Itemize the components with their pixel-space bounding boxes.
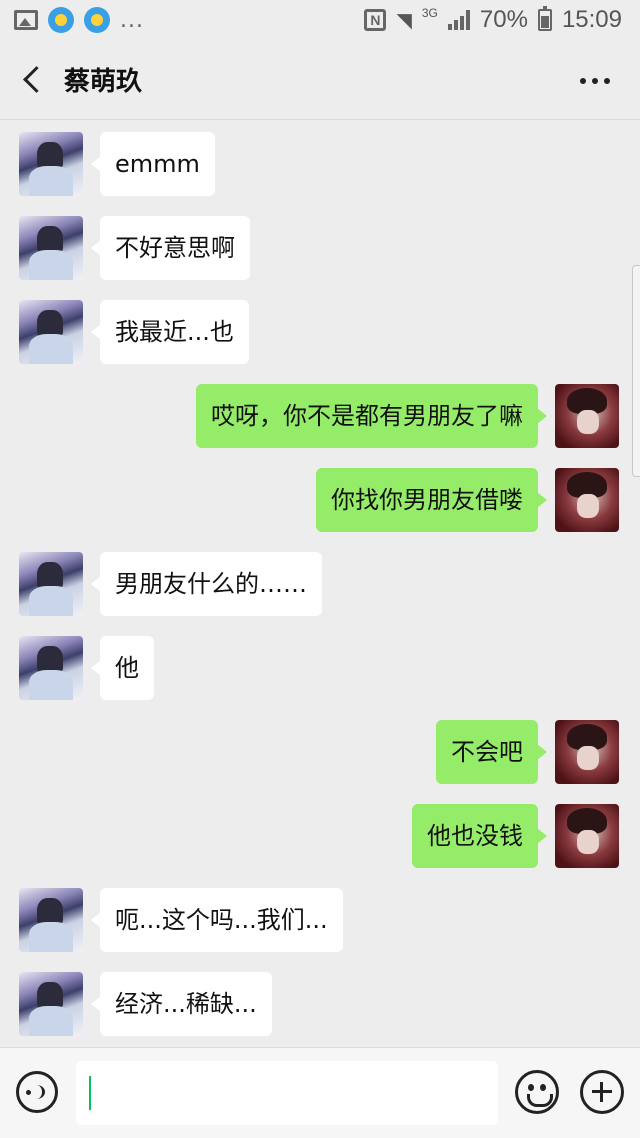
message-input[interactable] [76,1061,498,1125]
message-row-sent: 不会吧 [0,720,640,784]
received-bubble[interactable]: 我最近...也 [91,300,249,364]
chat-header: 蔡萌玖 [0,40,640,120]
weather-icon [84,7,110,33]
received-bubble[interactable]: 他 [91,636,154,700]
contact-avatar[interactable] [19,552,83,616]
contact-avatar[interactable] [19,216,83,280]
contact-avatar[interactable] [19,636,83,700]
contact-avatar[interactable] [19,888,83,952]
message-row-received: 我最近...也 [0,300,640,364]
signal-icon [447,10,470,30]
received-bubble[interactable]: 呃...这个吗...我们... [91,888,343,952]
message-row-received: 经济...稀缺... [0,972,640,1036]
scrollbar[interactable] [632,265,640,477]
contact-avatar[interactable] [19,972,83,1036]
message-row-received: emmm [0,132,640,196]
voice-icon[interactable] [16,1071,58,1113]
received-bubble[interactable]: 经济...稀缺... [91,972,272,1036]
message-row-sent: 你找你男朋友借喽 [0,468,640,532]
input-bar [0,1047,640,1138]
more-notifications-indicator: ... [120,7,144,33]
message-row-received: 不好意思啊 [0,216,640,280]
message-row-received: 男朋友什么的…… [0,552,640,616]
message-row-sent: 他也没钱 [0,804,640,868]
self-avatar[interactable] [555,720,619,784]
emoji-icon[interactable] [515,1070,559,1114]
received-bubble[interactable]: emmm [91,132,215,196]
nfc-icon: N [364,9,387,31]
weather-icon [48,7,74,33]
network-type: 3G [421,6,438,20]
sent-bubble[interactable]: 你找你男朋友借喽 [316,468,547,532]
sent-bubble[interactable]: 哎呀，你不是都有男朋友了嘛 [196,384,547,448]
battery-icon [537,6,552,31]
message-row-sent: 哎呀，你不是都有男朋友了嘛 [0,384,640,448]
text-cursor [89,1076,91,1110]
more-icon[interactable] [580,78,610,84]
sent-bubble[interactable]: 他也没钱 [412,804,547,868]
status-bar: ... N ◥ 3G 70% 15:09 [0,0,640,40]
back-icon[interactable] [0,40,64,120]
self-avatar[interactable] [555,468,619,532]
chat-title: 蔡萌玖 [64,67,143,97]
sent-bubble[interactable]: 不会吧 [436,720,547,784]
self-avatar[interactable] [555,384,619,448]
received-bubble[interactable]: 男朋友什么的…… [91,552,322,616]
plus-icon[interactable] [580,1070,624,1114]
received-bubble[interactable]: 不好意思啊 [91,216,250,280]
wifi-icon: ◥ [396,9,412,32]
clock: 15:09 [561,6,622,33]
contact-avatar[interactable] [19,132,83,196]
gallery-icon [14,10,38,30]
message-row-received: 他 [0,636,640,700]
message-row-received: 呃...这个吗...我们... [0,888,640,952]
self-avatar[interactable] [555,804,619,868]
contact-avatar[interactable] [19,300,83,364]
battery-percent: 70% [479,6,528,33]
